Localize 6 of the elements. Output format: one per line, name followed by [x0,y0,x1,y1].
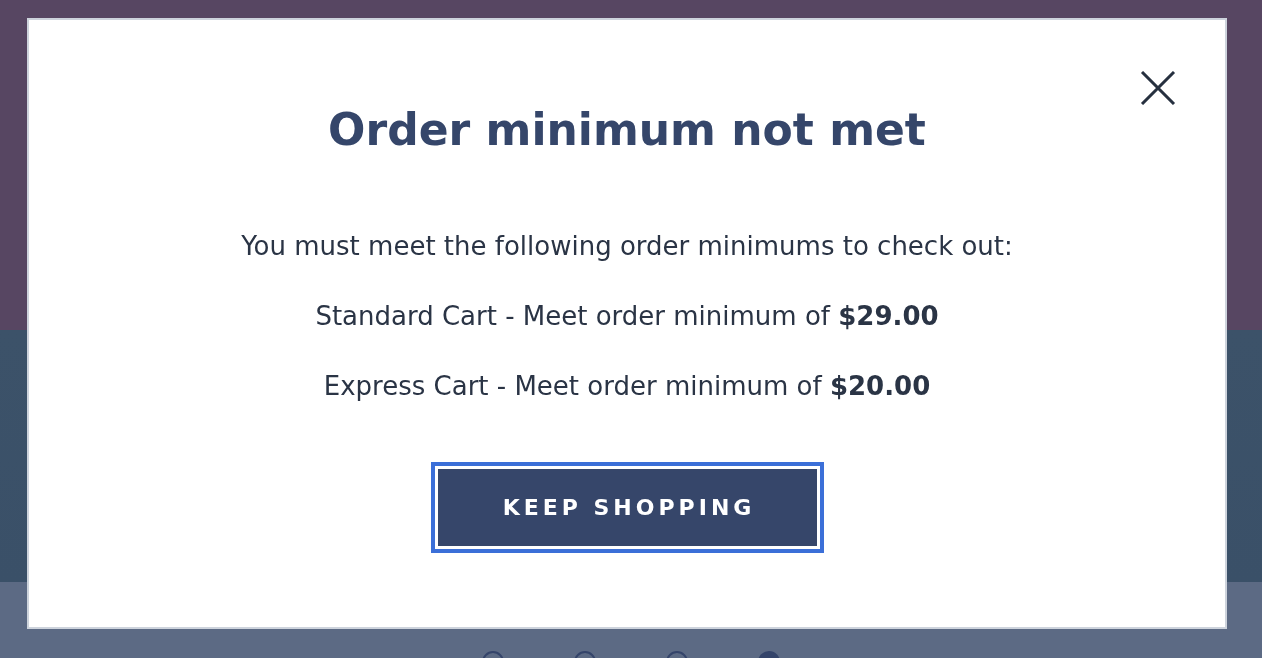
modal-message: You must meet the following order minimums to check out: [241,230,1013,263]
order-minimum-text: Standard Cart - Meet order minimum of $29.00 [315,300,939,333]
order-minimum-text: Express Cart - Meet order minimum of $20.00 [323,370,931,403]
modal-title: Order minimum not met [328,103,926,157]
keep-shopping-button[interactable]: KEEP SHOPPING [430,462,824,553]
close-icon [1140,71,1176,105]
